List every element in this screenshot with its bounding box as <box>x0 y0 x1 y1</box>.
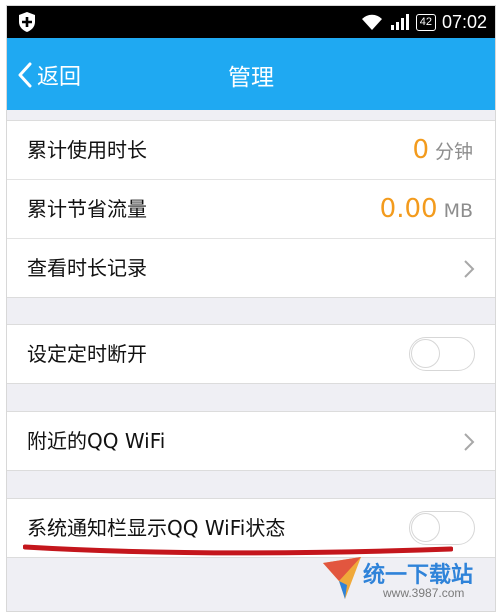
nearby-wifi-row[interactable]: 附近的QQ WiFi <box>7 412 495 470</box>
toggle-knob <box>411 513 440 542</box>
timer-disconnect-label: 设定定时断开 <box>27 342 147 366</box>
usage-history-label: 查看时长记录 <box>27 256 147 280</box>
usage-duration-label: 累计使用时长 <box>27 138 147 162</box>
saved-value-number: 0.00 <box>379 194 438 224</box>
nav-bar: 返回 管理 <box>7 38 495 110</box>
signal-icon <box>390 14 409 30</box>
timer-group: 设定定时断开 <box>7 324 495 384</box>
status-time: 07:02 <box>441 11 487 32</box>
nearby-wifi-label: 附近的QQ WiFi <box>27 429 166 453</box>
nearby-group: 附近的QQ WiFi <box>7 411 495 471</box>
wifi-icon <box>361 14 382 30</box>
usage-duration-value: 0 分钟 <box>412 121 473 181</box>
app-screen: 42 07:02 返回 管理 累计使用时长 0 分钟 累计节省流量 0.00 MB … <box>6 5 496 612</box>
saved-unit: MB <box>443 200 473 222</box>
usage-history-row[interactable]: 查看时长记录 <box>7 239 495 297</box>
usage-unit: 分钟 <box>434 141 473 163</box>
chevron-right-icon <box>464 260 475 278</box>
watermark-logo: 统一下载站 www.3987.com <box>321 553 491 609</box>
watermark-url: www.3987.com <box>383 586 465 600</box>
page-title: 管理 <box>228 65 274 91</box>
status-bar-right: 42 07:02 <box>360 6 487 38</box>
usage-duration-row: 累计使用时长 0 分钟 <box>7 121 495 180</box>
usage-value-number: 0 <box>412 135 429 165</box>
timer-disconnect-toggle[interactable] <box>409 337 475 371</box>
chevron-right-icon <box>464 433 475 451</box>
saved-traffic-value: 0.00 MB <box>380 180 473 240</box>
paper-plane-icon <box>323 557 361 599</box>
watermark-text: 统一下载站 <box>363 563 474 588</box>
shield-icon <box>19 12 35 32</box>
notify-status-toggle[interactable] <box>409 511 475 545</box>
toggle-knob <box>411 339 440 368</box>
battery-icon: 42 <box>415 13 436 31</box>
stats-group: 累计使用时长 0 分钟 累计节省流量 0.00 MB 查看时长记录 <box>7 120 495 298</box>
status-bar: 42 07:02 <box>7 6 495 38</box>
saved-traffic-label: 累计节省流量 <box>27 197 147 221</box>
saved-traffic-row: 累计节省流量 0.00 MB <box>7 180 495 239</box>
timer-disconnect-row: 设定定时断开 <box>7 325 495 383</box>
